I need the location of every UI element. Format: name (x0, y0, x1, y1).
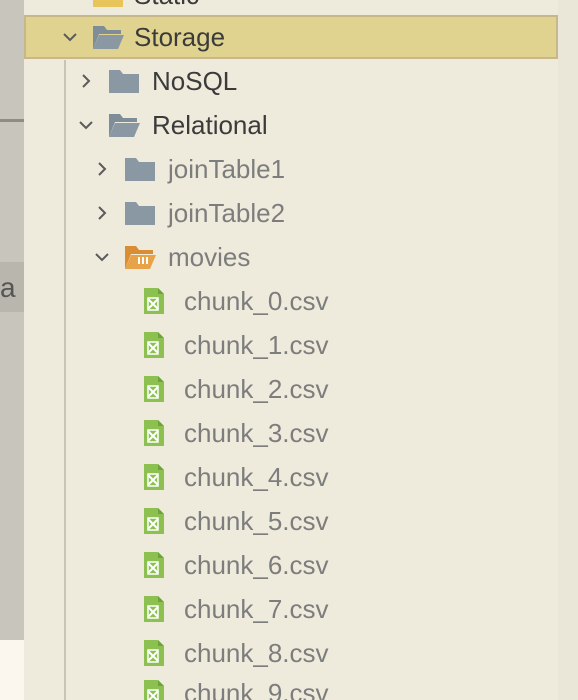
tree-item-label: chunk_3.csv (184, 418, 329, 448)
csv-file-icon (144, 640, 164, 666)
tree-item-nosql[interactable]: NoSQL (24, 59, 558, 103)
chevron-down-icon[interactable] (76, 115, 96, 135)
folder-icon (109, 70, 139, 93)
tree-item-file[interactable]: chunk_0.csv (24, 279, 558, 323)
tree-item-file[interactable]: chunk_9.csv (24, 671, 558, 700)
folder-open-icon (109, 114, 140, 137)
csv-file-icon (144, 680, 164, 700)
tree-item-file[interactable]: chunk_4.csv (24, 455, 558, 499)
csv-file-icon (144, 508, 164, 534)
tree-item-file[interactable]: chunk_7.csv (24, 587, 558, 631)
editor-pane-edge: a (0, 0, 24, 640)
csv-file-icon (144, 420, 164, 446)
chevron-right-icon[interactable] (92, 203, 112, 223)
folder-icon (125, 202, 155, 225)
tree-item-relational[interactable]: Relational (24, 103, 558, 147)
editor-status-area (0, 640, 24, 700)
tree-item-label: Storage (134, 22, 226, 52)
chevron-right-icon[interactable] (76, 71, 96, 91)
csv-file-icon (144, 332, 164, 358)
tree-item-label: chunk_4.csv (184, 462, 329, 492)
project-explorer-window: a Static Storage NoSQL (0, 0, 578, 700)
tree-item-label: chunk_0.csv (184, 286, 329, 316)
editor-divider (0, 119, 24, 122)
tree-item-label: joinTable2 (168, 198, 286, 228)
folder-open-icon (93, 26, 124, 49)
tree-item-file[interactable]: chunk_8.csv (24, 631, 558, 675)
tree-item-label: chunk_7.csv (184, 594, 329, 624)
tree-item-label: chunk_6.csv (184, 550, 329, 580)
tree-item-label: joinTable1 (168, 154, 286, 184)
tree-item-storage[interactable]: Storage (24, 15, 558, 59)
chevron-down-icon[interactable] (60, 0, 80, 5)
tree-item-label: chunk_8.csv (184, 638, 329, 668)
tree-item-movies[interactable]: movies (24, 235, 558, 279)
csv-file-icon (144, 288, 164, 314)
scrollbar[interactable] (558, 0, 578, 700)
folder-open-icon (125, 246, 156, 269)
tree-item-label: chunk_1.csv (184, 330, 329, 360)
editor-text-fragment: a (0, 272, 16, 303)
csv-file-icon (144, 552, 164, 578)
chevron-right-icon[interactable] (92, 159, 112, 179)
folder-icon (93, 0, 123, 7)
tree-item-label: movies (168, 242, 251, 272)
tree-item-file[interactable]: chunk_2.csv (24, 367, 558, 411)
chevron-down-icon[interactable] (60, 27, 80, 47)
csv-file-icon (144, 464, 164, 490)
tree-item-file[interactable]: chunk_3.csv (24, 411, 558, 455)
tree-item-jointable2[interactable]: joinTable2 (24, 191, 558, 235)
tree-item-file[interactable]: chunk_5.csv (24, 499, 558, 543)
tree-item-label: chunk_2.csv (184, 374, 329, 404)
tree-item-file[interactable]: chunk_1.csv (24, 323, 558, 367)
tree-item-label: chunk_9.csv (184, 678, 329, 700)
tree-item-jointable1[interactable]: joinTable1 (24, 147, 558, 191)
csv-file-icon (144, 596, 164, 622)
folder-icon (125, 158, 155, 181)
tree-item-label: chunk_5.csv (184, 506, 329, 536)
csv-file-icon (144, 376, 164, 402)
tree-item-file[interactable]: chunk_6.csv (24, 543, 558, 587)
chevron-down-icon[interactable] (92, 247, 112, 267)
tree-item-label: Relational (152, 110, 268, 140)
tree-item-label: NoSQL (152, 66, 238, 96)
